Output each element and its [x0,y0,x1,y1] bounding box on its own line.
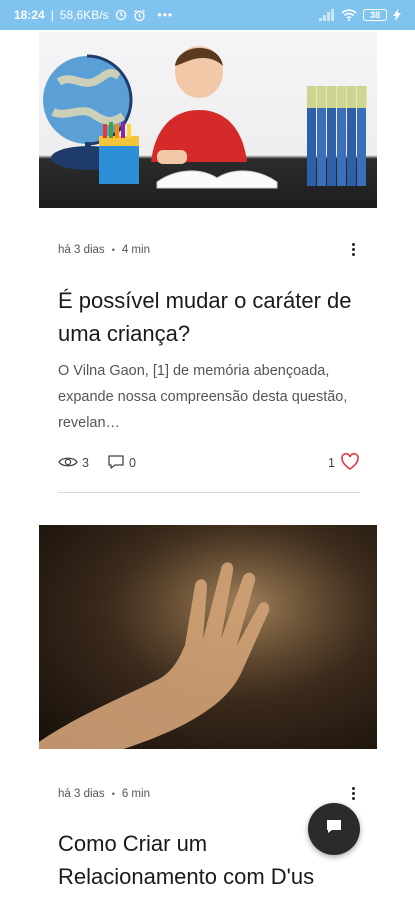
post-image[interactable] [39,32,377,208]
chat-icon [325,818,343,841]
comments-stat[interactable]: 0 [107,454,136,473]
views-stat: 3 [58,455,89,472]
post-divider [58,492,360,493]
charging-icon [393,9,401,21]
post-excerpt[interactable]: O Vilna Gaon, [1] de memória abençoada, … [58,358,358,436]
more-notifications-icon: ••• [157,8,174,22]
post-image[interactable] [39,525,377,749]
post-read-time: 6 min [121,787,150,800]
comments-count: 0 [128,456,136,470]
post-date: há 3 dias [58,787,105,800]
post-title[interactable]: É possível mudar o caráter de uma crianç… [58,284,358,350]
wifi-icon [341,9,357,21]
status-bar: 18:24 | 58,6KB/s ••• 38 [0,0,415,30]
views-count: 3 [82,456,89,470]
post-meta: há 3 dias • 4 min [58,243,363,256]
meta-separator: • [111,244,115,255]
eye-icon [58,455,78,472]
alarm-icon [133,9,146,22]
heart-icon [340,452,360,474]
status-time: 18:24 [14,8,45,22]
post-date: há 3 dias [58,243,105,256]
comment-icon [107,454,125,473]
hand-in-light-photo-icon [39,525,377,749]
chat-button[interactable] [308,803,360,855]
status-separator: | [50,8,54,22]
post-stats: 3 0 1 [58,452,360,474]
boy-reading-photo-icon [43,46,367,189]
meta-separator: • [111,788,115,799]
network-speed: 58,6KB/s [59,8,109,22]
more-options-icon[interactable] [343,243,363,256]
battery-icon: 38 [363,9,387,21]
likes-count: 1 [328,456,335,470]
more-options-icon[interactable] [343,787,363,800]
signal-icon [319,9,335,21]
post-meta: há 3 dias • 6 min [58,787,363,800]
sync-icon [115,9,127,21]
like-button[interactable]: 1 [328,452,360,474]
post-read-time: 4 min [121,243,150,256]
